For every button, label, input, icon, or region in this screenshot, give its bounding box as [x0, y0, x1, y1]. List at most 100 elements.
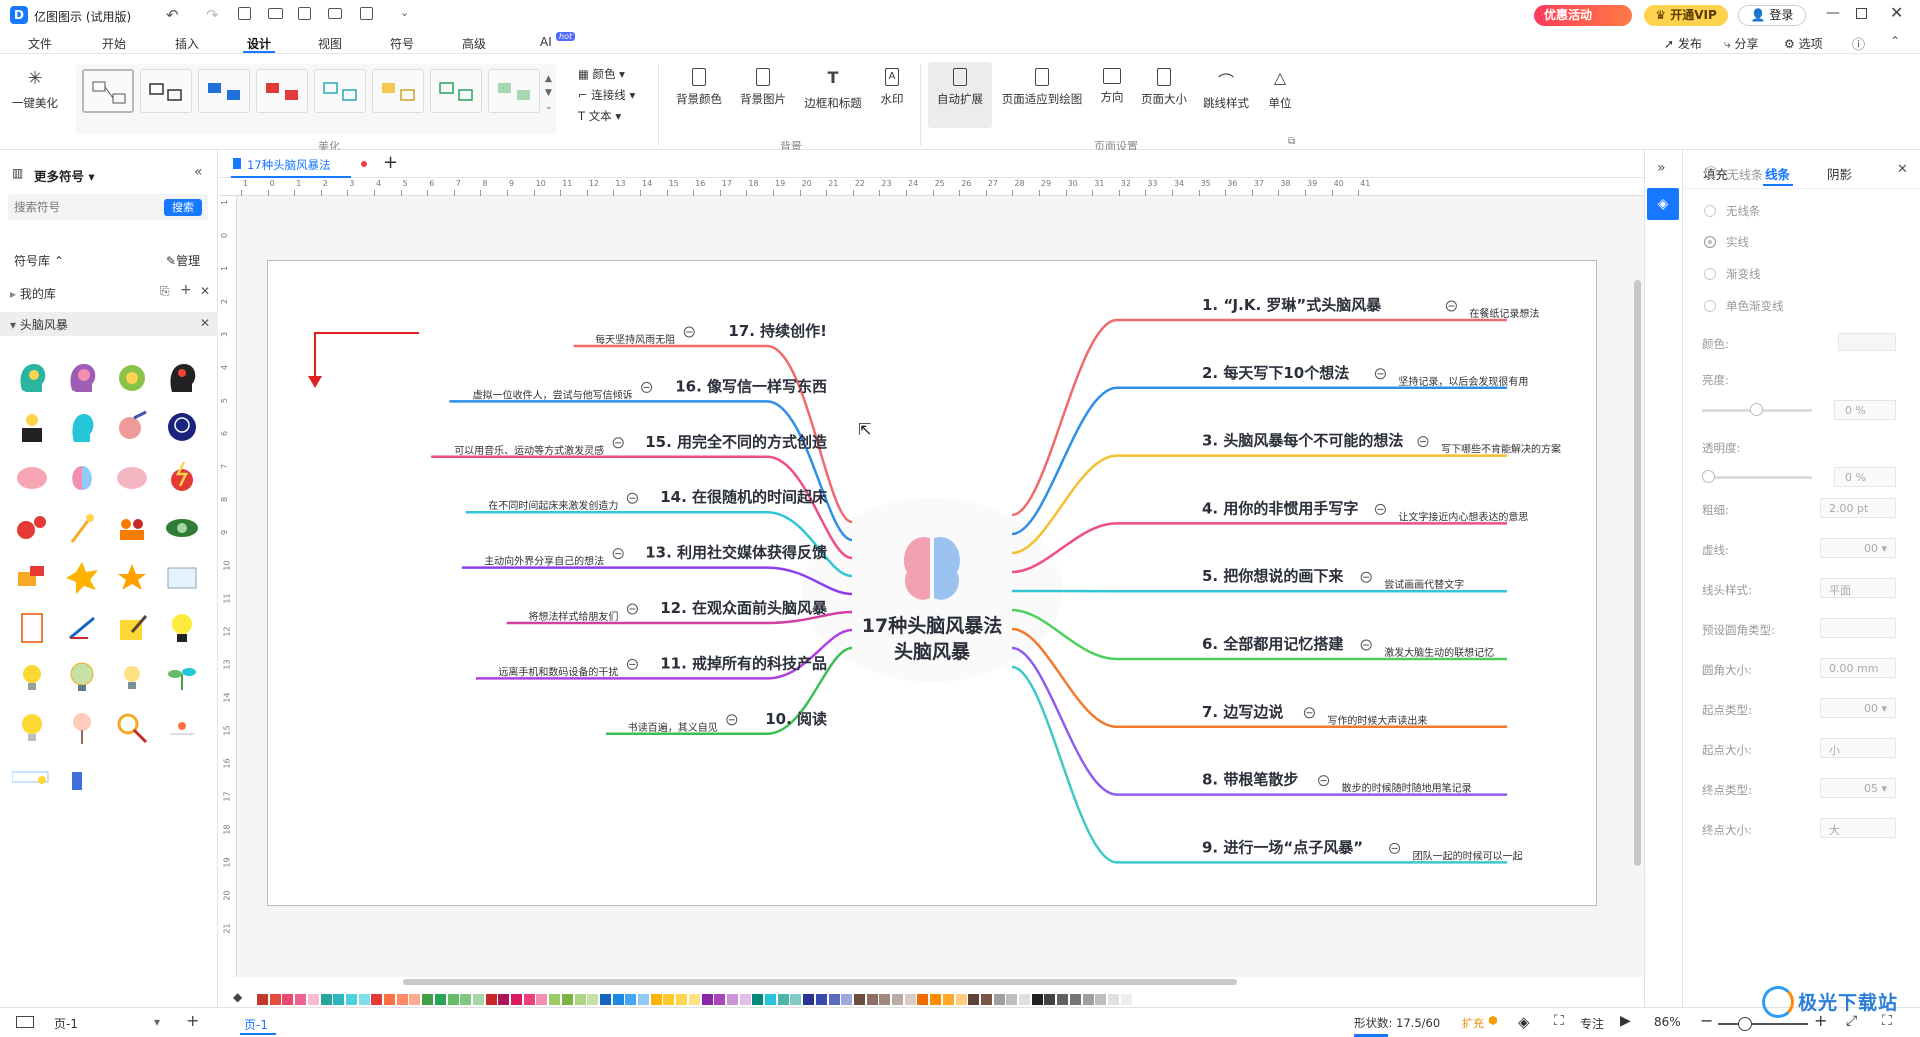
share-button[interactable]: ⤷ 分享 — [1724, 35, 1759, 52]
gallery-scroll-icon[interactable]: ▲ ▼ ⌄ — [545, 72, 553, 114]
color-swatch[interactable] — [625, 994, 637, 1005]
quick-access-menu-icon[interactable]: ⌄ — [400, 6, 409, 19]
more-symbols-dropdown[interactable]: 更多符号 ▾ — [34, 166, 95, 185]
color-swatch[interactable] — [460, 994, 472, 1005]
symbol-plant[interactable] — [162, 658, 202, 698]
color-swatch[interactable] — [1107, 994, 1119, 1005]
layers-icon[interactable]: ◈ — [1518, 1013, 1530, 1031]
symbol-writing[interactable] — [62, 608, 102, 648]
publish-button[interactable]: ➚ 发布 — [1664, 35, 1702, 52]
color-swatch[interactable] — [777, 994, 789, 1005]
color-swatch[interactable] — [1120, 994, 1132, 1005]
direction-button[interactable]: 方向 — [1094, 68, 1130, 105]
symbol-brain-lightning[interactable] — [162, 458, 202, 498]
bg-image-button[interactable]: 背景图片 — [734, 68, 792, 107]
color-swatch[interactable] — [447, 994, 459, 1005]
focus-mode-icon[interactable]: ⛶ — [1554, 1013, 1564, 1029]
symbol-head-bulb[interactable] — [12, 358, 52, 398]
new-tab-button[interactable]: + — [383, 152, 398, 173]
color-swatch[interactable] — [917, 994, 929, 1005]
redo-icon[interactable]: ↷ — [206, 6, 219, 24]
color-swatch[interactable] — [1057, 994, 1069, 1005]
symbol-banner[interactable] — [11, 758, 52, 798]
color-swatch[interactable] — [345, 994, 357, 1005]
collapse-panel-icon[interactable]: « — [194, 164, 203, 180]
color-swatch[interactable] — [688, 994, 700, 1005]
symbol-library-toggle[interactable]: 符号库 ⌃ — [14, 252, 64, 269]
symbol-navy-head[interactable] — [162, 408, 202, 448]
page-layout-icon[interactable] — [16, 1016, 34, 1028]
color-swatch[interactable] — [942, 994, 954, 1005]
my-library-row[interactable]: ▸ 我的库 — [10, 285, 56, 302]
radio-mono-gradient[interactable] — [1704, 300, 1716, 312]
print-icon[interactable] — [328, 8, 342, 19]
color-swatch[interactable] — [1069, 994, 1081, 1005]
menu-insert[interactable]: 插入 — [175, 35, 199, 52]
color-swatch[interactable] — [269, 994, 281, 1005]
close-panel-icon[interactable]: ✕ — [1897, 162, 1908, 177]
tab-line[interactable]: 线条 — [1765, 164, 1790, 183]
radio-solid[interactable] — [1704, 236, 1716, 248]
fit-page-button[interactable]: 页面适应到绘图 — [996, 68, 1088, 107]
menu-home[interactable]: 开始 — [102, 35, 126, 52]
color-swatch[interactable] — [371, 994, 383, 1005]
color-swatch[interactable] — [955, 994, 967, 1005]
symbol-bulb-gear[interactable] — [62, 658, 102, 698]
color-swatch[interactable] — [333, 994, 345, 1005]
color-swatch[interactable] — [587, 994, 599, 1005]
color-swatch[interactable] — [434, 994, 446, 1005]
expand-panel-icon[interactable]: » — [1657, 160, 1666, 176]
color-swatch[interactable] — [828, 994, 840, 1005]
color-swatch[interactable] — [295, 994, 307, 1005]
color-swatch[interactable] — [549, 994, 561, 1005]
color-swatch[interactable] — [1044, 994, 1056, 1005]
color-swatch[interactable] — [726, 994, 738, 1005]
symbol-idea-person[interactable] — [12, 408, 52, 448]
start-size-select[interactable]: 小 — [1820, 738, 1896, 758]
color-swatch[interactable] — [676, 994, 688, 1005]
zoom-slider-handle[interactable] — [1738, 1017, 1752, 1031]
color-swatch[interactable] — [257, 994, 268, 1005]
color-swatch[interactable] — [638, 994, 649, 1005]
dash-select[interactable]: 00 ▾ — [1820, 538, 1896, 558]
brightness-input[interactable]: 0 % — [1834, 400, 1896, 420]
fill-bucket-icon[interactable]: ◆ — [233, 990, 242, 1004]
menu-symbol[interactable]: 符号 — [390, 35, 414, 52]
color-swatch[interactable] — [498, 994, 510, 1005]
symbol-torch[interactable] — [62, 708, 102, 748]
symbol-chart-board[interactable] — [162, 558, 202, 598]
color-swatch[interactable] — [980, 994, 992, 1005]
add-icon[interactable]: + — [180, 282, 192, 298]
radio-no-line-dot[interactable] — [1704, 205, 1716, 217]
focus-mode-label[interactable]: 专注 — [1580, 1015, 1604, 1032]
end-size-select[interactable]: 大 — [1820, 818, 1896, 838]
theme-style-8[interactable] — [488, 69, 540, 113]
symbol-pencil-dot[interactable] — [162, 708, 202, 748]
color-swatch[interactable] — [409, 994, 421, 1005]
watermark-button[interactable]: A 水印 — [872, 68, 912, 107]
color-swatch[interactable] — [320, 994, 332, 1005]
color-swatch[interactable] — [1082, 994, 1094, 1005]
radio-no-line[interactable] — [1705, 166, 1717, 178]
color-swatch[interactable] — [701, 994, 713, 1005]
symbol-bulb-rays[interactable] — [12, 658, 52, 698]
symbol-team[interactable] — [112, 508, 152, 548]
color-swatch[interactable] — [752, 994, 764, 1005]
color-swatch[interactable] — [536, 994, 548, 1005]
beautify-button[interactable]: ✳ 一键美化 — [8, 68, 62, 111]
menu-advanced[interactable]: 高级 — [462, 35, 486, 52]
color-swatch[interactable] — [1031, 994, 1043, 1005]
symbol-gear-head[interactable] — [112, 358, 152, 398]
symbol-wand[interactable] — [62, 508, 102, 548]
symbol-star-burst[interactable] — [112, 558, 152, 598]
minimize-button[interactable]: — — [1826, 5, 1840, 21]
theme-style-2[interactable] — [140, 69, 192, 113]
collapse-ribbon-icon[interactable]: ⌃ — [1890, 34, 1900, 48]
theme-style-4[interactable] — [256, 69, 308, 113]
jump-style-button[interactable]: ⌒ 跳线样式 — [1198, 68, 1254, 111]
symbol-magnifier[interactable] — [112, 708, 152, 748]
color-swatch[interactable] — [599, 994, 611, 1005]
border-title-button[interactable]: T 边框和标题 — [798, 68, 868, 111]
color-picker[interactable] — [1838, 333, 1896, 351]
width-input[interactable]: 2.00 pt — [1820, 498, 1896, 518]
